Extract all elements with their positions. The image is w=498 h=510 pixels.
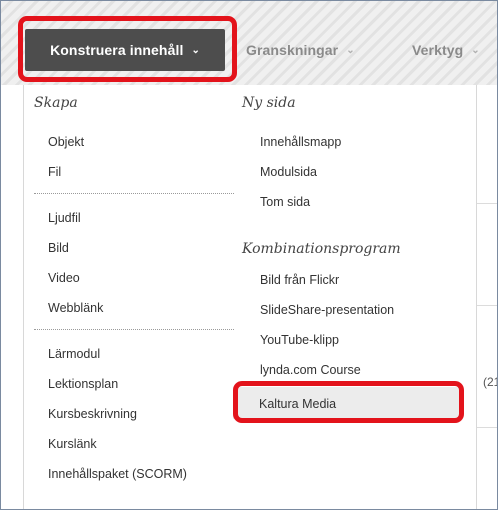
menu-item-youtube[interactable]: YouTube-klipp <box>260 333 339 347</box>
background-divider <box>475 203 497 204</box>
menu-item-weblink[interactable]: Webblänk <box>48 301 103 315</box>
menu-item-slideshare[interactable]: SlideShare-presentation <box>260 303 394 317</box>
menu-item-lesson-plan[interactable]: Lektionsplan <box>48 377 118 391</box>
chevron-down-icon: ⌄ <box>471 44 480 56</box>
menu-item-file[interactable]: Fil <box>48 165 61 179</box>
menu-item-content-folder[interactable]: Innehållsmapp <box>260 135 341 149</box>
tools-label: Verktyg <box>412 42 464 58</box>
menu-item-blank-page[interactable]: Tom sida <box>260 195 310 209</box>
reviews-button[interactable]: Granskningar ⌄ <box>246 29 355 71</box>
highlight-annotation-build-content <box>18 16 237 82</box>
menu-item-learning-module[interactable]: Lärmodul <box>48 347 100 361</box>
menu-item-syllabus[interactable]: Kursbeskrivning <box>48 407 137 421</box>
background-divider <box>475 427 497 428</box>
highlight-annotation-kaltura <box>233 381 464 423</box>
menu-item-course-link[interactable]: Kurslänk <box>48 437 97 451</box>
menu-item-module-page[interactable]: Modulsida <box>260 165 317 179</box>
chevron-down-icon: ⌄ <box>346 44 355 56</box>
menu-item-video[interactable]: Video <box>48 271 80 285</box>
menu-item-image[interactable]: Bild <box>48 241 69 255</box>
menu-item-content-package-scorm[interactable]: Innehållspaket (SCORM) <box>48 467 187 481</box>
menu-item-item[interactable]: Objekt <box>48 135 84 149</box>
heading-new-page: Ny sida <box>242 95 296 111</box>
menu-item-flickr-photo[interactable]: Bild från Flickr <box>260 273 339 287</box>
build-content-dropdown: Skapa Objekt Fil Ljudfil Bild Video Webb… <box>23 85 477 509</box>
menu-divider <box>34 329 234 330</box>
heading-mashups: Kombinationsprogram <box>242 241 401 257</box>
background-partial-text: (21 <box>483 375 497 389</box>
background-divider <box>475 305 497 306</box>
window-frame: Konstruera innehåll ⌄ Granskningar ⌄ Ver… <box>0 0 498 510</box>
menu-item-audio[interactable]: Ljudfil <box>48 211 81 225</box>
menu-item-lynda[interactable]: lynda.com Course <box>260 363 361 377</box>
tools-button[interactable]: Verktyg ⌄ <box>412 29 480 71</box>
page-background-column <box>475 85 497 509</box>
reviews-label: Granskningar <box>246 42 339 58</box>
menu-divider <box>34 193 234 194</box>
heading-create: Skapa <box>34 95 78 111</box>
